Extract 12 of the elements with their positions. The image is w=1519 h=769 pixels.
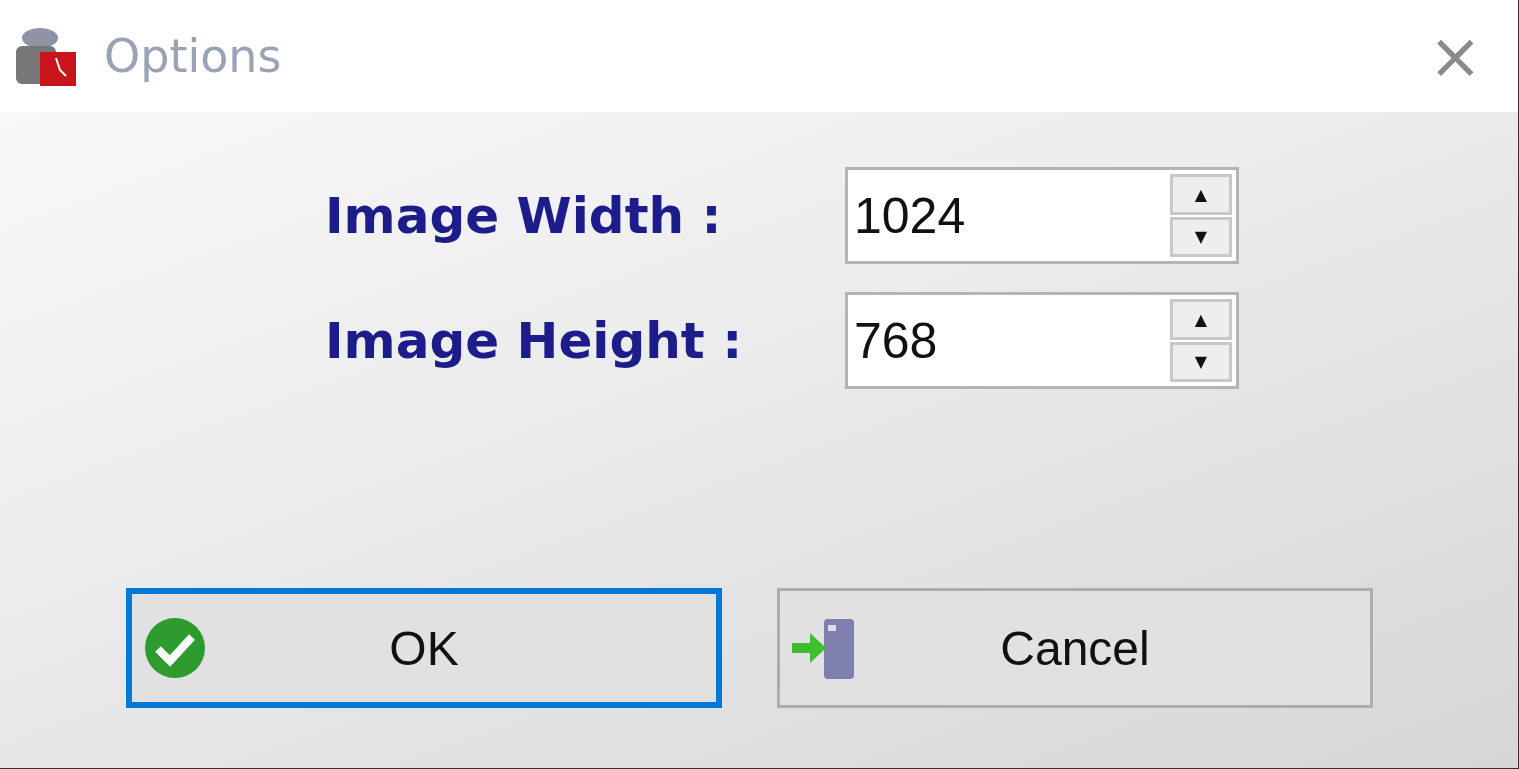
field-label: Image Width :: [325, 186, 723, 245]
field-label: Image Height :: [325, 311, 744, 370]
cancel-button[interactable]: Cancel: [777, 588, 1373, 708]
check-icon: [142, 615, 208, 681]
number-spinner[interactable]: 1024 ▲ ▼: [845, 167, 1239, 264]
spin-down-button[interactable]: ▼: [1170, 216, 1232, 257]
spin-up-button[interactable]: ▲: [1170, 174, 1232, 215]
ok-button[interactable]: OK: [126, 588, 722, 708]
number-spinner[interactable]: 768 ▲ ▼: [845, 292, 1239, 389]
spin-up-button[interactable]: ▲: [1170, 299, 1232, 340]
spin-down-button[interactable]: ▼: [1170, 341, 1232, 382]
window-title: Options: [104, 29, 282, 83]
